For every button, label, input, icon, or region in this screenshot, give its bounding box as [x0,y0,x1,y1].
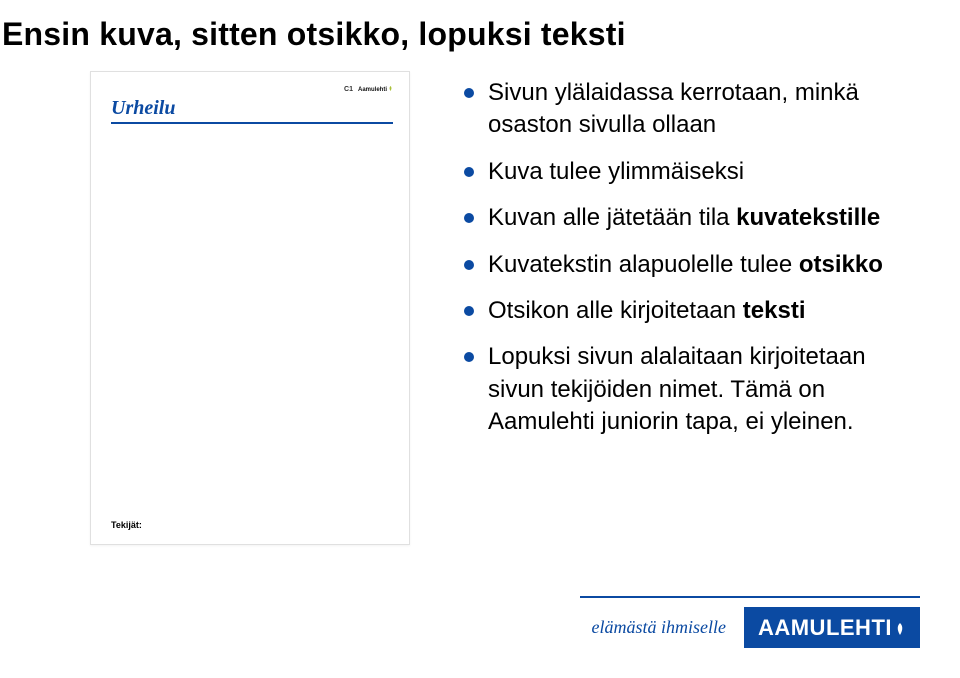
bullet-dot-icon [464,260,474,270]
bullet-dot-icon [464,352,474,362]
section-rule [111,122,393,124]
section-heading: Urheilu [111,97,393,120]
bullet-text: Kuvan alle jätetään tila kuvatekstille [488,202,920,234]
bullet-dot-icon [464,88,474,98]
bullet-text: Kuva tulee ylimmäiseksi [488,156,920,188]
tekijat-label: Tekijät: [111,520,142,530]
list-item: Kuva tulee ylimmäiseksi [464,156,920,188]
bullet-text: Lopuksi sivun alalaitaan kirjoitetaan si… [488,341,920,438]
mini-brand: Aamulehti [358,86,393,93]
slide: Ensin kuva, sitten otsikko, lopuksi teks… [0,0,960,678]
bullet-text: Sivun ylälaidassa kerrotaan, minkä osast… [488,77,920,142]
list-item: Kuvan alle jätetään tila kuvatekstille [464,202,920,234]
leaf-icon [388,86,393,91]
content-row: C1 Aamulehti Urheilu Tekijät: Sivun yläl… [0,53,960,545]
bullet-text: Otsikon alle kirjoitetaan teksti [488,295,920,327]
page-preview: C1 Aamulehti Urheilu Tekijät: [90,71,410,545]
footer-tagline: elämästä ihmiselle [591,617,725,638]
page-inner: C1 Aamulehti Urheilu Tekijät: [111,86,393,530]
list-item: Sivun ylälaidassa kerrotaan, minkä osast… [464,77,920,142]
bullet-list: Sivun ylälaidassa kerrotaan, minkä osast… [464,71,920,545]
mini-brand-text: Aamulehti [358,87,387,93]
footer: elämästä ihmiselle AAMULEHTI [591,607,920,648]
page-top-meta: C1 Aamulehti [111,86,393,93]
bullet-dot-icon [464,306,474,316]
brand-box: AAMULEHTI [744,607,920,648]
bullet-text: Kuvatekstin alapuolelle tulee otsikko [488,249,920,281]
list-item: Otsikon alle kirjoitetaan teksti [464,295,920,327]
list-item: Kuvatekstin alapuolelle tulee otsikko [464,249,920,281]
brand-name: AAMULEHTI [758,615,892,641]
list-item: Lopuksi sivun alalaitaan kirjoitetaan si… [464,341,920,438]
slide-title: Ensin kuva, sitten otsikko, lopuksi teks… [0,0,960,53]
bullet-dot-icon [464,167,474,177]
page-number: C1 [344,86,353,93]
leaf-icon [894,623,906,635]
bullet-dot-icon [464,213,474,223]
